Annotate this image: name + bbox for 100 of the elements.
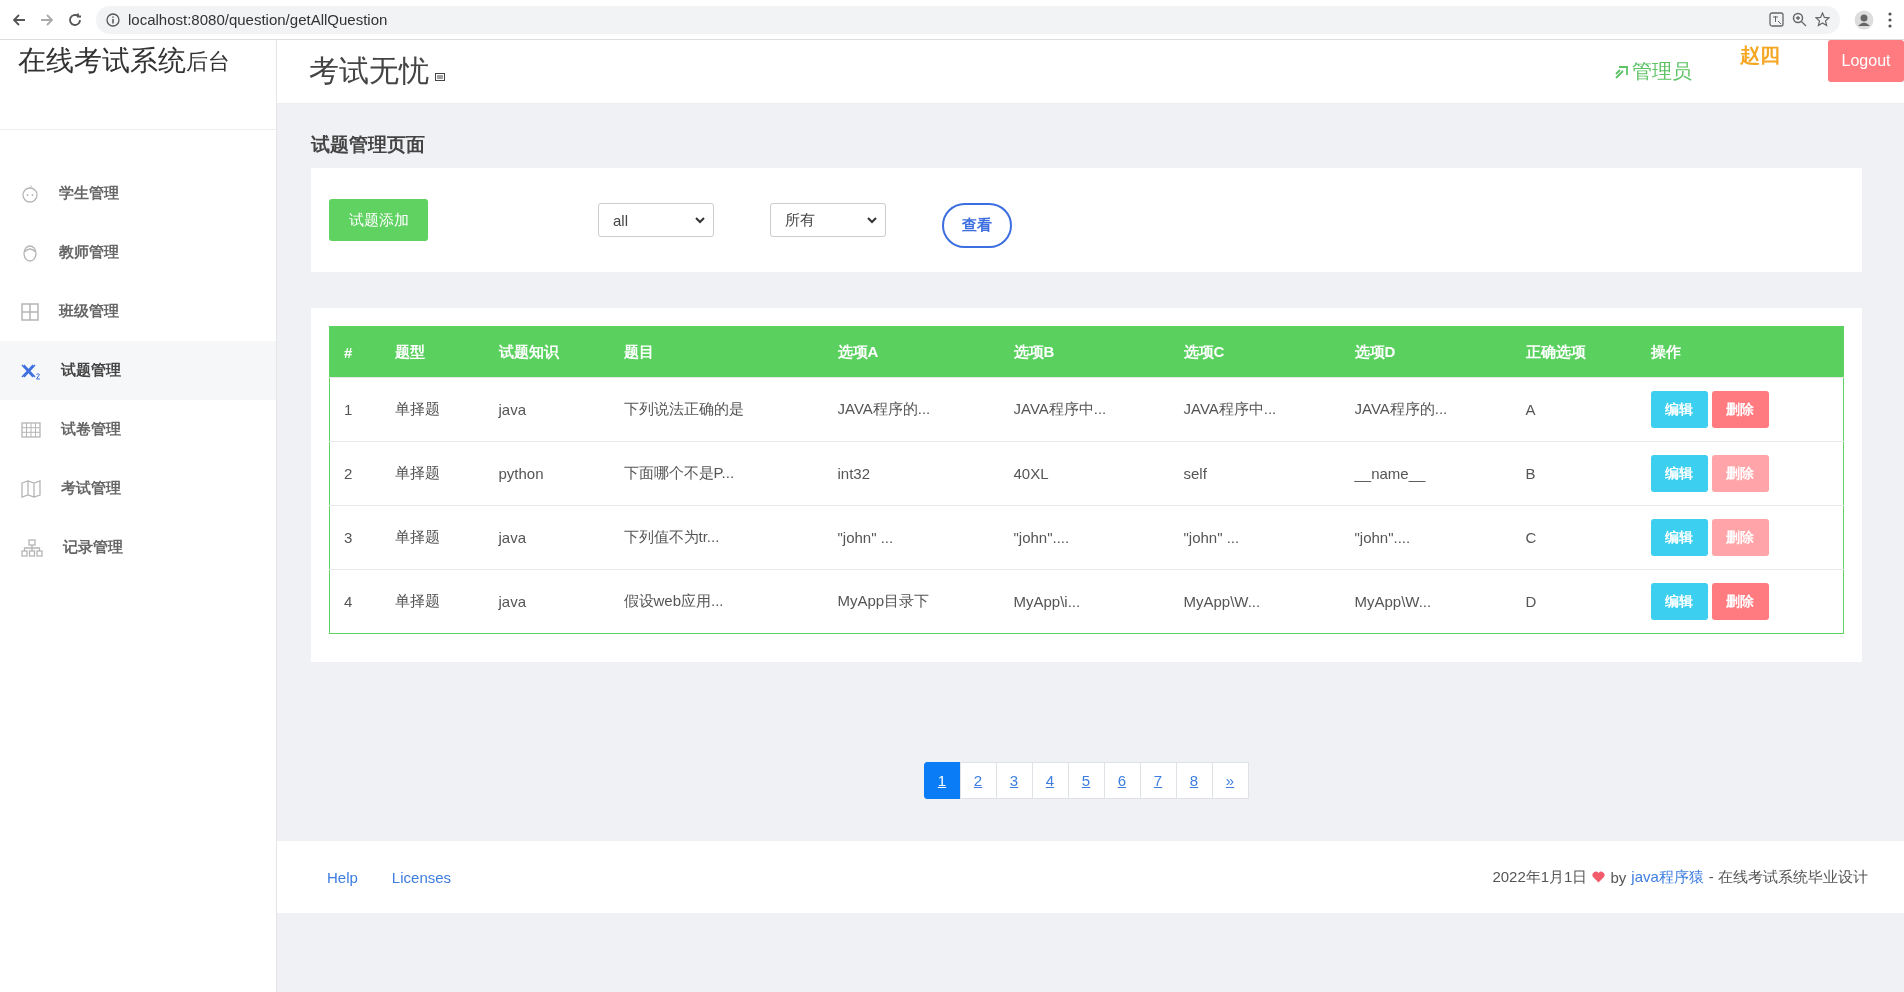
table-cell: MyApp\i... xyxy=(999,569,1170,634)
table-cell: 下列说法正确的是 xyxy=(609,377,824,442)
sidebar-item-label: 班级管理 xyxy=(59,302,119,321)
app-logo-text: 在线考试系统 xyxy=(18,44,186,78)
delete-button[interactable]: 删除 xyxy=(1711,583,1769,620)
table-cell: "john" ... xyxy=(823,505,1000,570)
grid-icon xyxy=(21,302,39,321)
table-cell: 下面哪个不是P... xyxy=(609,441,824,506)
sidebar-item[interactable]: 学生管理 xyxy=(0,164,276,223)
table-cell: 假设web应用... xyxy=(609,569,824,634)
small-flag-icon xyxy=(435,72,445,81)
back-arrow-icon[interactable] xyxy=(12,12,26,27)
zoom-icon[interactable] xyxy=(1792,12,1807,27)
column-header: 选项C xyxy=(1169,326,1341,378)
table-cell: 单择题 xyxy=(380,441,485,506)
sidebar-item[interactable]: 记录管理 xyxy=(0,518,276,577)
page-link[interactable]: 2 xyxy=(959,762,997,799)
table-cell: JAVA程序中... xyxy=(1169,377,1341,442)
column-header: 题型 xyxy=(380,326,485,378)
page-link[interactable]: 5 xyxy=(1067,762,1105,799)
table-cell: MyApp目录下 xyxy=(823,569,1000,634)
page-link[interactable]: » xyxy=(1211,762,1249,799)
sidebar-item-label: 试题管理 xyxy=(61,361,121,380)
table-cell: B xyxy=(1511,441,1637,506)
column-header: 试题知识 xyxy=(484,326,610,378)
table-cell: 单择题 xyxy=(380,377,485,442)
baby-face-icon xyxy=(21,184,39,203)
column-header: # xyxy=(329,326,381,378)
table-cell: JAVA程序的... xyxy=(1340,377,1512,442)
table-cell: A xyxy=(1511,377,1637,442)
table-cell: python xyxy=(484,441,610,506)
sidebar-item[interactable]: 班级管理 xyxy=(0,282,276,341)
page-link[interactable]: 3 xyxy=(995,762,1033,799)
reload-icon[interactable] xyxy=(68,12,82,27)
table-cell: 单择题 xyxy=(380,569,485,634)
sidebar-item[interactable]: 试题管理 xyxy=(0,341,276,400)
logout-button[interactable]: Logout xyxy=(1828,40,1904,82)
face-icon xyxy=(21,243,39,262)
table-cell: JAVA程序的... xyxy=(823,377,1000,442)
menu-icon[interactable] xyxy=(1888,11,1892,28)
delete-button[interactable]: 删除 xyxy=(1711,391,1769,428)
column-header: 选项A xyxy=(823,326,1000,378)
info-icon xyxy=(106,12,120,27)
footer-tail-text: - 在线考试系统毕业设计 xyxy=(1708,867,1868,887)
category-select[interactable]: 所有 xyxy=(770,203,886,237)
sidebar-item[interactable]: 试卷管理 xyxy=(0,400,276,459)
table-cell: JAVA程序中... xyxy=(999,377,1170,442)
role-label: 管理员 xyxy=(1632,59,1692,84)
page-link[interactable]: 8 xyxy=(1175,762,1213,799)
table-cell: self xyxy=(1169,441,1341,506)
sidebar-item-label: 教师管理 xyxy=(59,243,119,262)
table-cell: int32 xyxy=(823,441,1000,506)
footer-link[interactable]: Help xyxy=(327,868,358,886)
view-button[interactable]: 查看 xyxy=(942,202,1012,248)
sidebar-item-label: 学生管理 xyxy=(59,184,119,203)
page-link[interactable]: 7 xyxy=(1139,762,1177,799)
sidebar-item-label: 记录管理 xyxy=(63,538,123,557)
double-arrow-icon xyxy=(1614,63,1630,80)
chevron-icon xyxy=(867,216,877,224)
table-cell: 4 xyxy=(329,569,381,634)
address-bar[interactable]: localhost:8080/question/getAllQuestion xyxy=(96,5,1840,34)
page-link[interactable]: 1 xyxy=(923,762,961,799)
page-title: 试题管理页面 xyxy=(311,133,426,157)
table-grid-icon xyxy=(21,421,41,438)
table-cell: "john".... xyxy=(1340,505,1512,570)
map-icon xyxy=(21,479,41,498)
author-link[interactable]: java程序猿 xyxy=(1631,867,1704,887)
table-cell: "john" ... xyxy=(1169,505,1341,570)
column-header: 操作 xyxy=(1636,326,1844,378)
table-cell: MyApp\W... xyxy=(1340,569,1512,634)
type-select[interactable]: all xyxy=(598,203,714,237)
sidebar-item-label: 试卷管理 xyxy=(61,420,121,439)
column-header: 正确选项 xyxy=(1511,326,1637,378)
footer-by-text: by xyxy=(1610,868,1627,886)
table-cell: 1 xyxy=(329,377,381,442)
table-cell: 3 xyxy=(329,505,381,570)
header-title: 考试无忧 xyxy=(309,53,429,89)
table-cell: D xyxy=(1511,569,1637,634)
table-cell: java xyxy=(484,377,610,442)
table-cell: 40XL xyxy=(999,441,1170,506)
sidebar-item[interactable]: 考试管理 xyxy=(0,459,276,518)
profile-icon[interactable] xyxy=(1854,9,1874,30)
app-logo-suffix: 后台 xyxy=(186,49,230,76)
table-cell: C xyxy=(1511,505,1637,570)
page-link[interactable]: 6 xyxy=(1103,762,1141,799)
column-header: 选项B xyxy=(999,326,1170,378)
table-cell: "john".... xyxy=(999,505,1170,570)
translate-icon[interactable] xyxy=(1769,12,1784,27)
table-cell: java xyxy=(484,569,610,634)
star-icon[interactable] xyxy=(1815,12,1830,27)
column-header: 题目 xyxy=(609,326,824,378)
table-cell: 下列值不为tr... xyxy=(609,505,824,570)
table-cell: MyApp\W... xyxy=(1169,569,1341,634)
user-name: 赵四 xyxy=(1740,43,1780,68)
footer-link[interactable]: Licenses xyxy=(391,868,452,886)
sidebar-item[interactable]: 教师管理 xyxy=(0,223,276,282)
footer-date: 2022年1月1日 xyxy=(1492,867,1588,887)
table-cell: 单择题 xyxy=(380,505,485,570)
column-header: 选项D xyxy=(1340,326,1512,378)
page-link[interactable]: 4 xyxy=(1031,762,1069,799)
